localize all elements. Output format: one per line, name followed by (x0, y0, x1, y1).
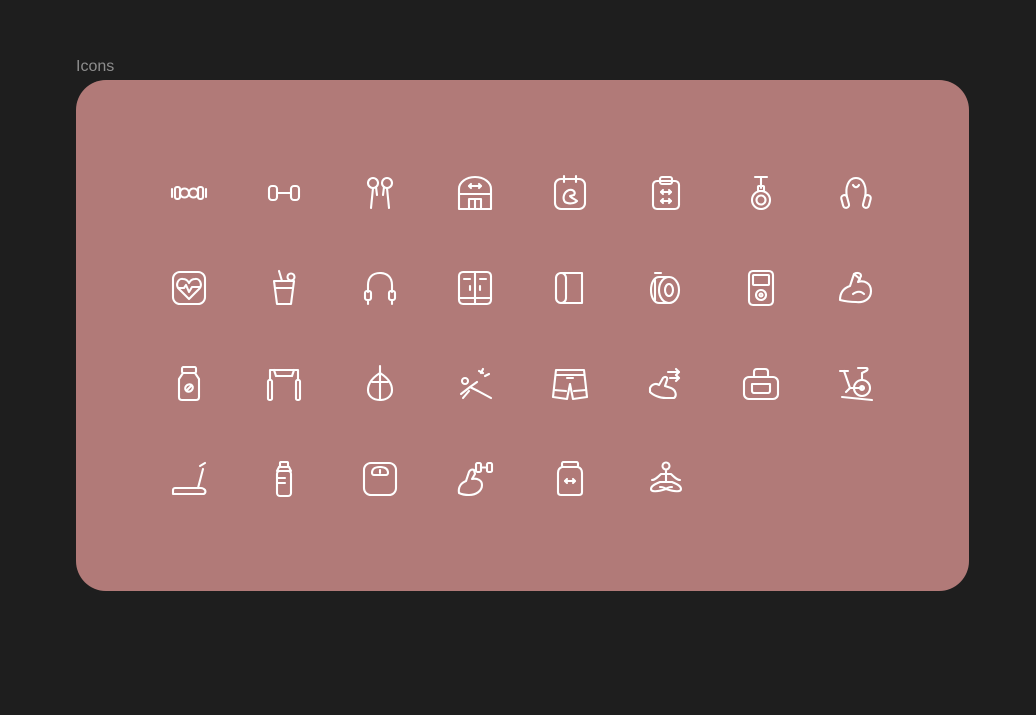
locker-icon[interactable] (455, 268, 495, 308)
supplement-jar-icon[interactable] (169, 364, 209, 404)
punching-bag-icon[interactable] (360, 364, 400, 404)
gym-building-icon[interactable] (455, 173, 495, 213)
weighing-scale-icon[interactable] (360, 459, 400, 499)
arm-exercise-icon[interactable] (646, 364, 686, 404)
water-bottle-icon[interactable] (264, 459, 304, 499)
dumbbell-icon[interactable] (264, 173, 304, 213)
jump-rope-icon[interactable] (360, 268, 400, 308)
protein-drink-icon[interactable] (264, 268, 304, 308)
icons-frame (76, 80, 969, 591)
sport-shorts-icon[interactable] (550, 364, 590, 404)
clipboard-workout-icon[interactable] (646, 173, 686, 213)
treadmill-icon[interactable] (169, 459, 209, 499)
heart-rate-monitor-icon[interactable] (169, 268, 209, 308)
pull-up-bar-icon[interactable] (264, 364, 304, 404)
protein-can-icon[interactable] (550, 459, 590, 499)
music-player-icon[interactable] (741, 268, 781, 308)
gymnastic-ring-icon[interactable] (741, 173, 781, 213)
arm-dumbbell-icon[interactable] (455, 459, 495, 499)
weight-plates-icon[interactable] (646, 268, 686, 308)
exercise-bike-icon[interactable] (836, 364, 876, 404)
hand-grip-icon[interactable] (836, 173, 876, 213)
meditation-icon[interactable] (646, 459, 686, 499)
yoga-mat-icon[interactable] (550, 268, 590, 308)
gym-bag-icon[interactable] (741, 364, 781, 404)
flexed-arm-icon[interactable] (836, 268, 876, 308)
barbell-icon[interactable] (169, 173, 209, 213)
frame-label: Icons (76, 58, 115, 75)
calendar-flex-icon[interactable] (550, 173, 590, 213)
stretching-person-icon[interactable] (455, 364, 495, 404)
earphones-icon[interactable] (360, 173, 400, 213)
